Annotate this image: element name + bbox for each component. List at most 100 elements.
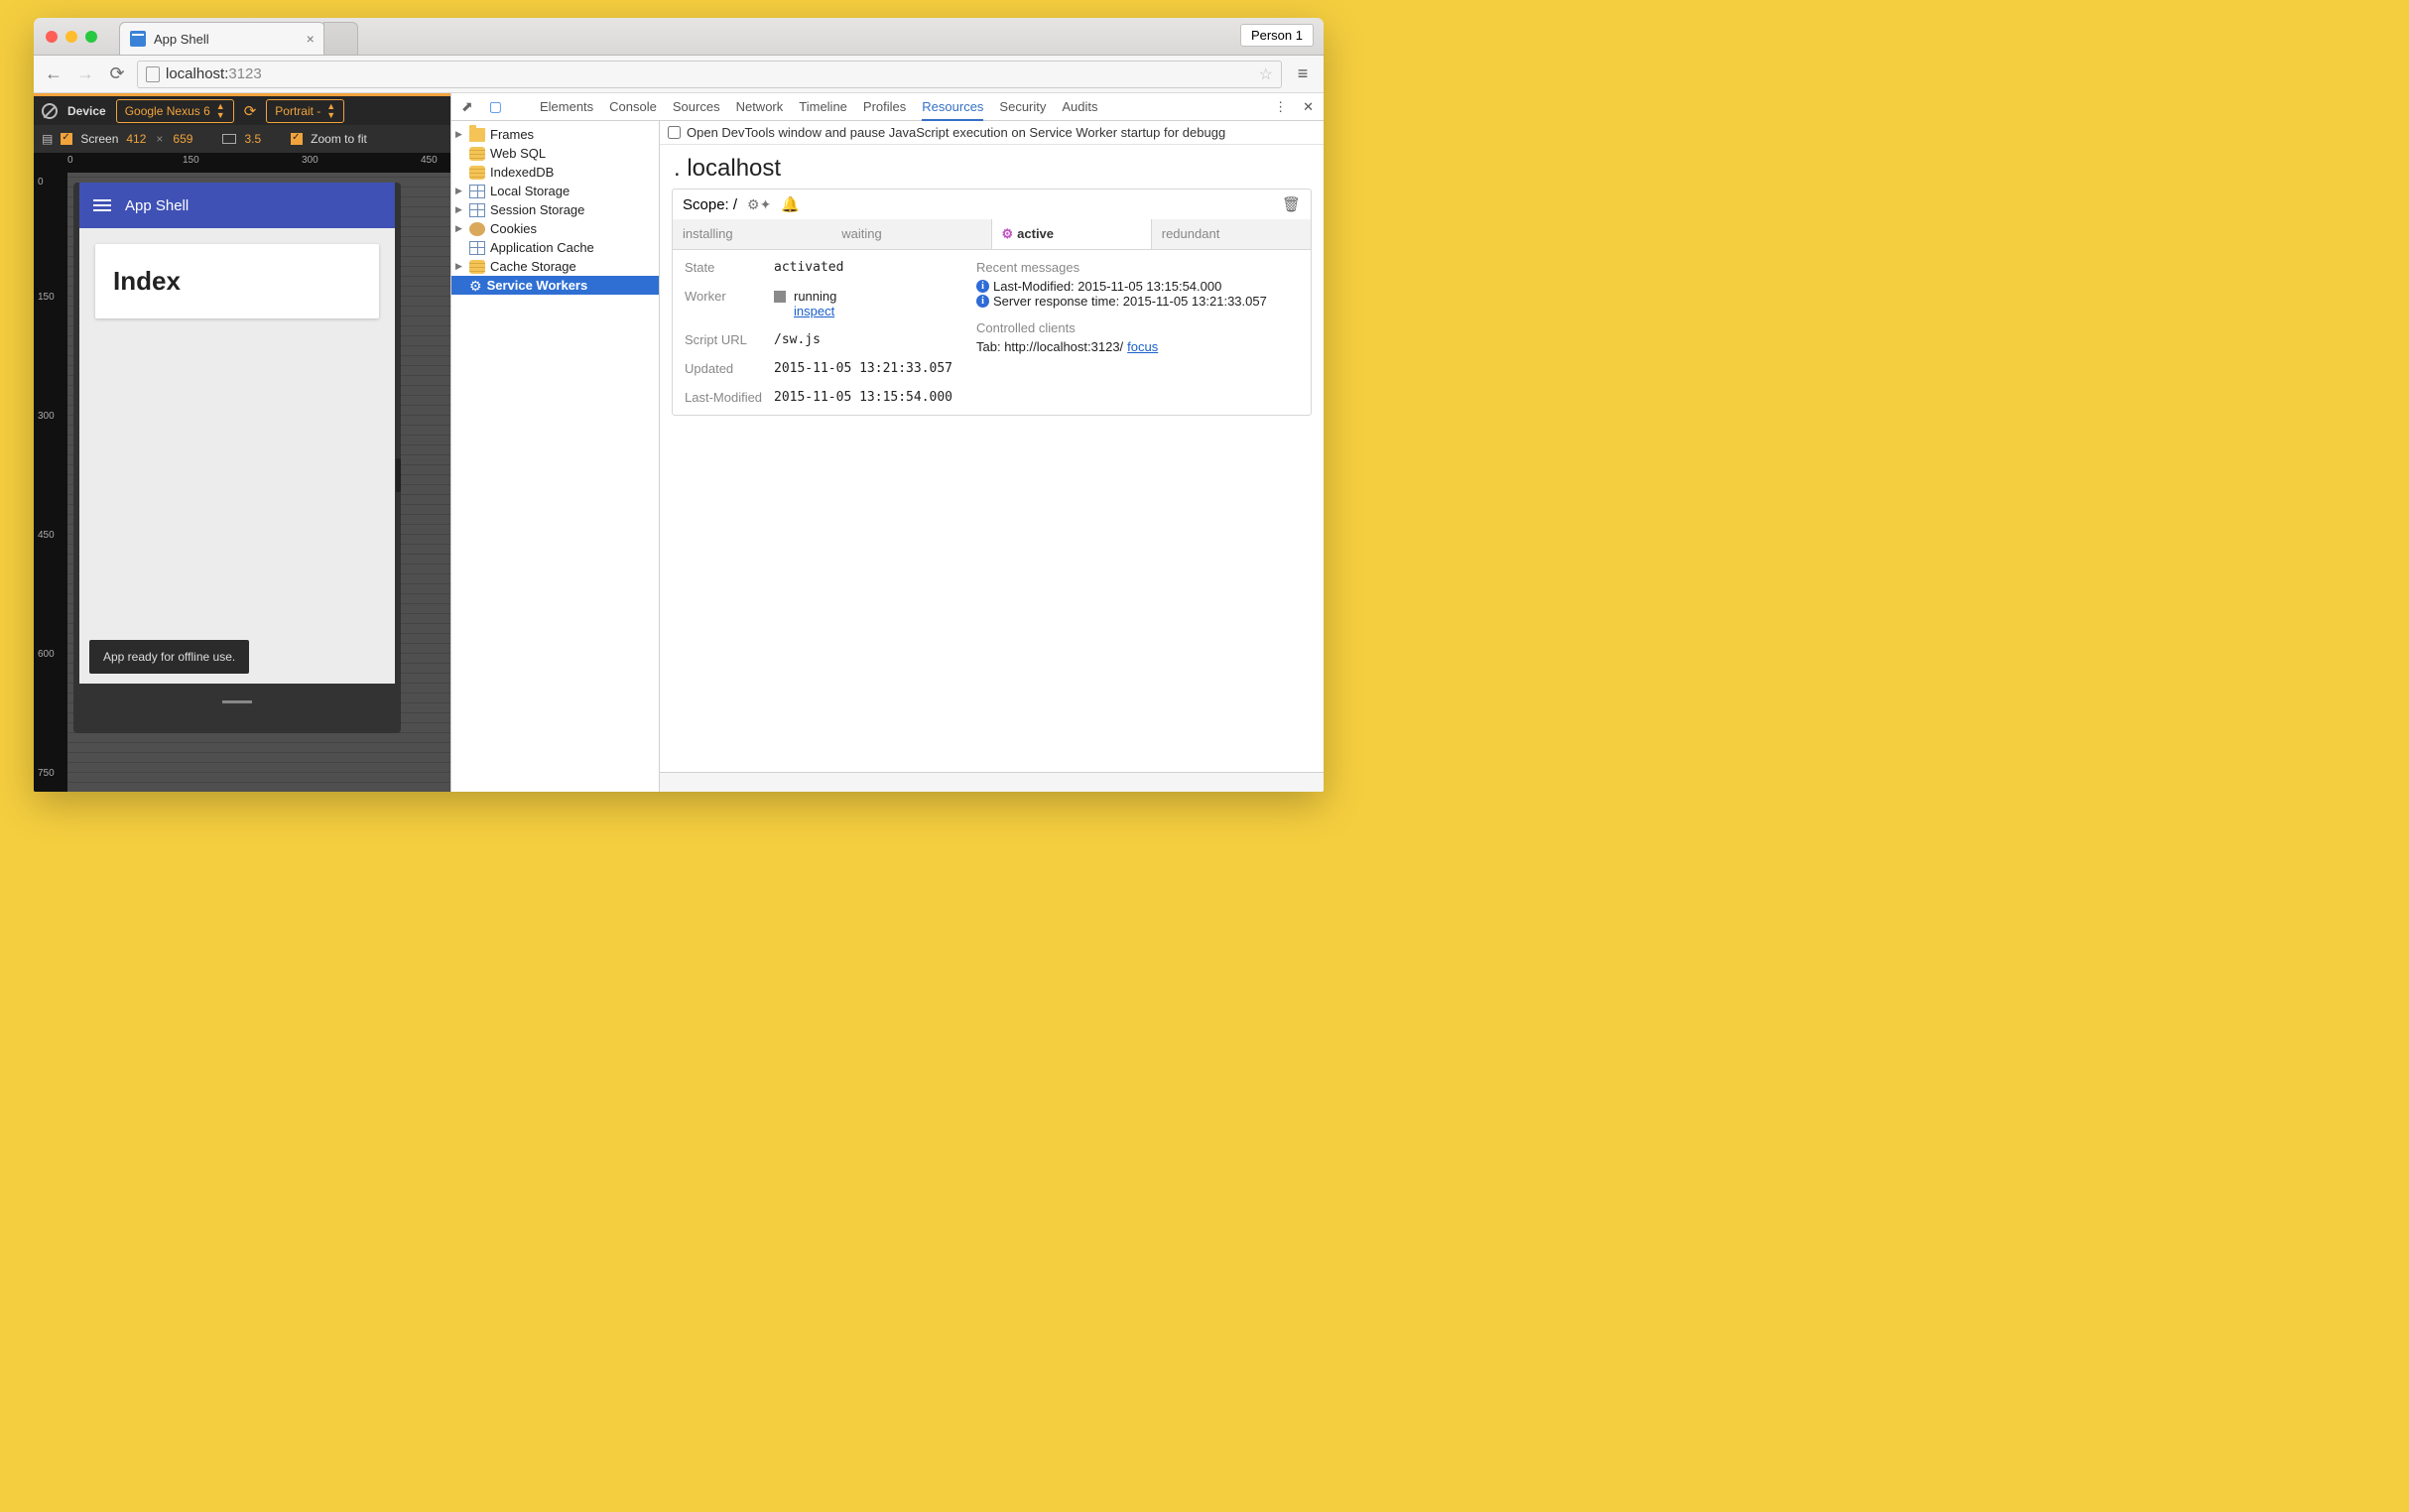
controlled-clients-heading: Controlled clients <box>976 320 1299 335</box>
info-icon: i <box>976 280 989 293</box>
reload-button[interactable]: ⟳ <box>105 63 129 84</box>
sw-state-tabs: installing waiting ⚙active redundant <box>673 219 1311 250</box>
close-devtools-icon[interactable]: ✕ <box>1303 99 1314 115</box>
tree-localstorage[interactable]: ▶Local Storage <box>451 182 659 200</box>
tab-network[interactable]: Network <box>736 99 784 114</box>
bell-icon[interactable]: 🔔 <box>781 195 800 213</box>
lastmodified-label: Last-Modified <box>685 390 764 405</box>
gear-icon[interactable]: ⚙✦ <box>747 196 771 213</box>
sw-tab-active[interactable]: ⚙active <box>991 219 1152 249</box>
database-icon <box>469 260 485 274</box>
gear-icon: ⚙ <box>469 279 482 293</box>
more-icon[interactable]: ⋮ <box>1274 99 1287 115</box>
devtools: ⬈ ▢ Elements Console Sources Network Tim… <box>450 93 1324 792</box>
tree-cookies[interactable]: ▶Cookies <box>451 219 659 238</box>
service-workers-panel: Open DevTools window and pause JavaScrip… <box>660 121 1324 792</box>
back-button[interactable]: ← <box>42 63 65 84</box>
bookmark-icon[interactable]: ☆ <box>1259 64 1273 84</box>
info-icon: i <box>976 295 989 308</box>
sw-tab-installing[interactable]: installing <box>673 219 831 249</box>
worker-value: running inspect <box>774 289 952 318</box>
home-bar-icon <box>222 700 252 703</box>
ruler-horizontal: 0 150 300 450 <box>34 153 450 173</box>
tree-indexeddb[interactable]: IndexedDB <box>451 163 659 182</box>
address-bar[interactable]: localhost:3123 ☆ <box>137 61 1282 88</box>
browser-tab[interactable]: App Shell × <box>119 22 325 55</box>
content-area: Device Google Nexus 6 ▲▼ ⟳ Portrait ‑ ▲▼… <box>34 93 1324 792</box>
device-frame: App Shell Index App ready for offline us… <box>73 183 401 733</box>
screen-height[interactable]: 659 <box>173 132 192 146</box>
rotate-icon[interactable]: ⟳ <box>244 102 257 120</box>
chevron-updown-icon: ▲▼ <box>326 102 335 120</box>
sw-banner-text: Open DevTools window and pause JavaScrip… <box>687 125 1225 140</box>
trash-icon[interactable]: 🗑 <box>1282 195 1301 213</box>
app-bar: App Shell <box>79 183 395 228</box>
sw-details: State activated Worker running inspect <box>685 260 952 405</box>
profile-button[interactable]: Person 1 <box>1240 24 1314 47</box>
resources-tree: ▶Frames Web SQL IndexedDB ▶Local Storage… <box>451 121 660 792</box>
card-heading: Index <box>113 266 361 297</box>
screen-checkbox[interactable] <box>61 133 72 145</box>
inspect-link[interactable]: inspect <box>794 304 836 318</box>
client-row: Tab: http://localhost:3123/ focus <box>976 339 1299 354</box>
disable-icon[interactable] <box>42 103 58 119</box>
favicon-icon <box>130 31 146 47</box>
minimize-window-button[interactable] <box>65 31 77 43</box>
devtools-drawer[interactable] <box>660 772 1324 792</box>
forward-button[interactable]: → <box>73 63 97 84</box>
tab-profiles[interactable]: Profiles <box>863 99 906 114</box>
hamburger-icon[interactable] <box>93 196 111 214</box>
dpr-value[interactable]: 3.5 <box>244 132 261 146</box>
tab-audits[interactable]: Audits <box>1062 99 1097 114</box>
close-window-button[interactable] <box>46 31 58 43</box>
tab-console[interactable]: Console <box>609 99 657 114</box>
tree-serviceworkers[interactable]: ⚙Service Workers <box>451 276 659 295</box>
tree-appcache[interactable]: Application Cache <box>451 238 659 257</box>
tab-resources[interactable]: Resources <box>922 99 983 121</box>
recent-messages-heading: Recent messages <box>976 260 1299 275</box>
sw-scope-header: Scope: / ⚙✦ 🔔 🗑 <box>673 189 1311 219</box>
tab-sources[interactable]: Sources <box>673 99 720 114</box>
menu-button[interactable]: ≡ <box>1290 63 1316 84</box>
device-select[interactable]: Google Nexus 6 ▲▼ <box>116 99 234 123</box>
content-card: Index <box>95 244 379 318</box>
message-row: iLast-Modified: 2015-11-05 13:15:54.000 <box>976 279 1299 294</box>
tree-websql[interactable]: Web SQL <box>451 144 659 163</box>
orientation-select[interactable]: Portrait ‑ ▲▼ <box>266 99 344 123</box>
stop-icon[interactable] <box>774 291 786 303</box>
worker-status: running <box>794 289 836 304</box>
tab-security[interactable]: Security <box>999 99 1046 114</box>
device-chin <box>79 684 395 719</box>
inspect-icon[interactable]: ⬈ <box>461 98 473 115</box>
tab-timeline[interactable]: Timeline <box>799 99 847 114</box>
pause-on-start-checkbox[interactable] <box>668 126 681 139</box>
database-icon <box>469 147 485 161</box>
sw-body: State activated Worker running inspect <box>673 250 1311 415</box>
updated-value: 2015-11-05 13:21:33.057 <box>774 361 952 376</box>
url-host: localhost:3123 <box>166 65 262 82</box>
close-tab-icon[interactable]: × <box>307 31 315 47</box>
cascade-icon[interactable]: ▤ <box>42 132 53 146</box>
database-icon <box>469 166 485 180</box>
tree-frames[interactable]: ▶Frames <box>451 125 659 144</box>
zoom-checkbox[interactable] <box>291 133 303 145</box>
focus-link[interactable]: focus <box>1127 339 1158 354</box>
window-controls <box>46 31 97 43</box>
sw-tab-waiting[interactable]: waiting <box>831 219 990 249</box>
screen-width[interactable]: 412 <box>126 132 146 146</box>
tree-cachestorage[interactable]: ▶Cache Storage <box>451 257 659 276</box>
tab-elements[interactable]: Elements <box>540 99 593 114</box>
maximize-window-button[interactable] <box>85 31 97 43</box>
emulator-stage: 0 150 300 450 600 750 App Shell <box>34 173 450 792</box>
tree-sessionstorage[interactable]: ▶Session Storage <box>451 200 659 219</box>
devtools-body: ▶Frames Web SQL IndexedDB ▶Local Storage… <box>451 121 1324 792</box>
sw-tab-redundant[interactable]: redundant <box>1152 219 1311 249</box>
device-screen[interactable]: App Shell Index <box>79 183 395 684</box>
app-title: App Shell <box>125 197 189 214</box>
lastmodified-value: 2015-11-05 13:15:54.000 <box>774 390 952 405</box>
storage-icon <box>469 241 485 255</box>
chevron-updown-icon: ▲▼ <box>216 102 225 120</box>
new-tab-button[interactable] <box>323 22 358 55</box>
device-mode-icon[interactable]: ▢ <box>489 98 502 115</box>
dpr-icon <box>222 134 236 144</box>
